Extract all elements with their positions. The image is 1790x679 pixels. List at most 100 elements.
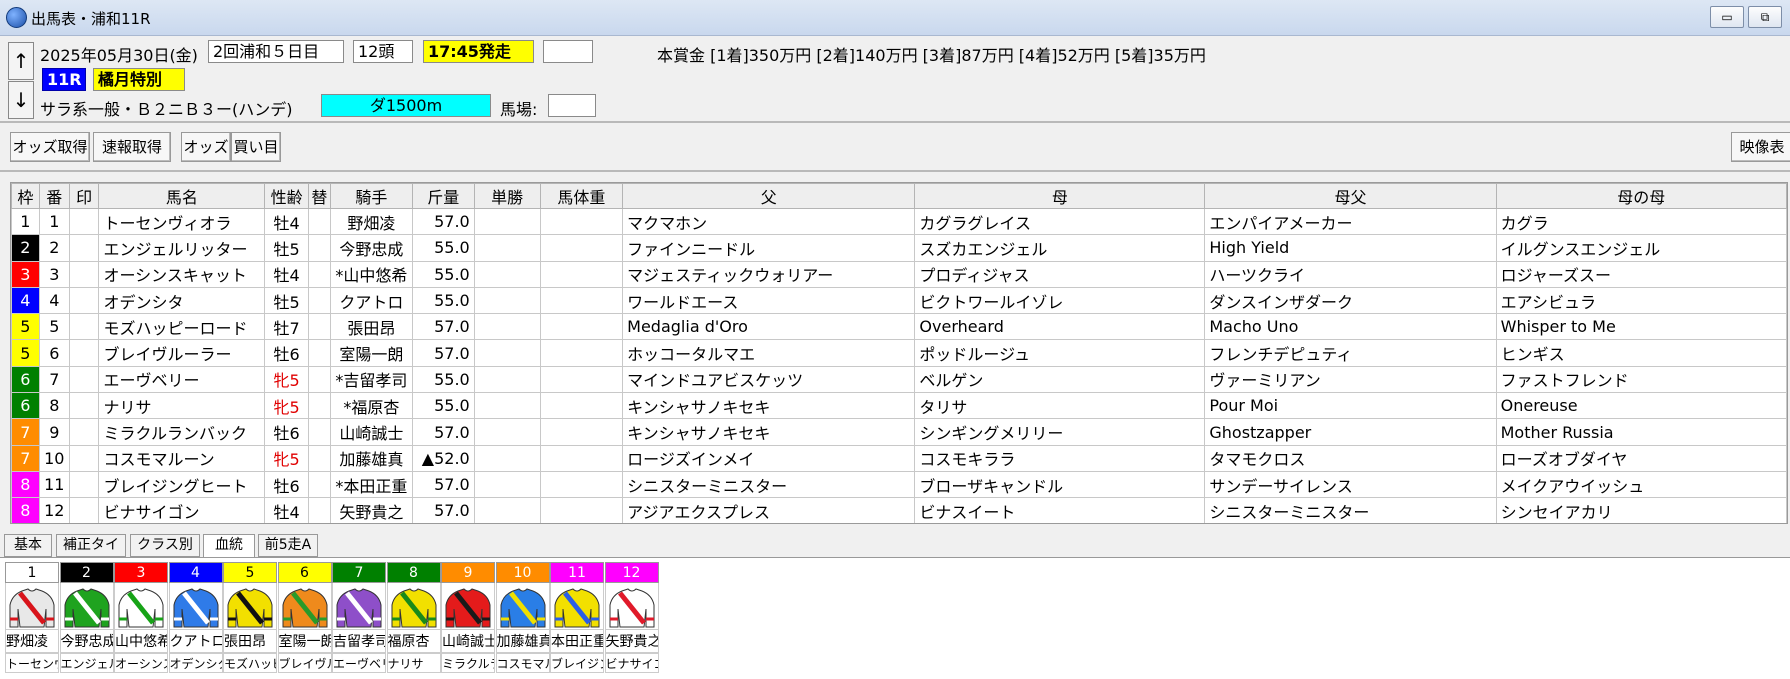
jockey-silk-icon — [223, 583, 277, 629]
dam-cell: ベルゲン — [914, 365, 1206, 394]
weight-cell: 57.0 — [411, 207, 475, 236]
bet-button[interactable]: 買い目 — [231, 132, 281, 162]
dam-dam-cell: カグラ — [1495, 207, 1787, 236]
restore-button[interactable]: ⧉ — [1748, 6, 1782, 28]
odds-button[interactable]: オッズ — [181, 132, 231, 162]
odds-fetch-button[interactable]: オッズ取得 — [10, 132, 90, 162]
header-jockey[interactable]: 騎手 — [329, 183, 413, 209]
silk-horse-name: モズハッピ — [223, 653, 277, 673]
blank-field — [543, 40, 593, 63]
silk-number: 3 — [114, 562, 168, 583]
jockey-silk-icon — [114, 583, 168, 629]
tab-last5-a[interactable]: 前5走A — [258, 534, 318, 557]
tab-adjusted-time[interactable]: 補正タイム — [56, 534, 126, 574]
sex-age-cell: 牡4 — [264, 260, 309, 288]
horse-name-cell: ミラクルランバック — [98, 418, 266, 446]
dam-sire-cell: シニスターミニスター — [1204, 497, 1497, 523]
silk-jockey-name: 張田昂 — [223, 629, 277, 653]
table-row[interactable]: 3 3 オーシンスキャット 牡4 *山中悠希 55.0 マジェスティックウォリアー プロディジ… — [11, 260, 1787, 288]
silk-column: 9 山崎誠士ミラクルラ — [441, 562, 495, 673]
header-waku[interactable]: 枠 — [11, 183, 40, 209]
waku-cell: 2 — [11, 234, 40, 262]
dam-sire-cell: ヴァーミリアン — [1204, 365, 1497, 394]
video-button[interactable]: 映像表 — [1731, 132, 1790, 162]
window-title: 出馬表・浦和11R — [31, 10, 151, 28]
header-weight[interactable]: 斤量 — [411, 183, 475, 209]
sex-age-cell: 牡4 — [264, 497, 309, 523]
jockey-silk-icon — [59, 583, 114, 629]
sire-cell: マクマホン — [622, 207, 916, 236]
change-cell — [307, 313, 331, 341]
table-row[interactable]: 6 7 エーヴベリー 牝5 *吉留孝司 55.0 マインドユアビスケッツ ベルゲン ヴァーミリア… — [11, 365, 1787, 394]
body-weight-cell — [539, 418, 624, 446]
dam-cell: コスモキララ — [914, 444, 1206, 472]
table-row[interactable]: 5 6 ブレイヴルーラー 牡6 室陽一朗 57.0 ホッコータルマエ ポッドルージュ フレンチデ… — [11, 339, 1787, 367]
race-card-grid[interactable]: 枠番印馬名 性齢替騎手 斤量 単勝 馬体重父母母父 母の母 1 1 トーセンヴィオラ 牡4 野畑凌… — [10, 182, 1788, 524]
silk-column: 6 室陽一朗ブレイヴル — [277, 562, 332, 673]
table-row[interactable]: 7 10 コスモマルーン 牝5 加藤雄真 ▲52.0 ロージズインメイ コスモキララ タマモクロ… — [11, 444, 1787, 472]
header-horse-name[interactable]: 馬名 — [98, 183, 266, 209]
waku-cell: 3 — [11, 260, 40, 288]
jockey-silk-icon — [441, 583, 495, 629]
header-dam[interactable]: 母 — [914, 183, 1206, 209]
sire-cell: アジアエクスプレス — [622, 497, 916, 523]
horse-number-cell: 6 — [38, 339, 70, 367]
table-row[interactable]: 4 4 オデンシタ 牡5 クアトロ 55.0 ワールドエース ビクトワールイゾレ ダンスインザダ… — [11, 286, 1787, 315]
header-dam-dam[interactable]: 母の母 — [1495, 183, 1787, 209]
silk-horse-name: ミラクルラ — [441, 653, 495, 673]
race-number-badge: 11R — [42, 68, 86, 91]
next-race-button[interactable]: ↓ — [8, 81, 34, 119]
distance-field: ダ1500m — [321, 94, 491, 117]
dam-dam-cell: メイクアウイッシュ — [1495, 470, 1787, 499]
prev-race-button[interactable]: ↑ — [8, 42, 34, 80]
tab-pedigree[interactable]: 血統 — [203, 534, 255, 559]
table-row[interactable]: 5 5 モズハッピーロード 牡7 張田昂 57.0 Medaglia d'Oro Overhe… — [11, 313, 1787, 341]
table-row[interactable]: 8 11 ブレイジングヒート 牡6 *本田正重 57.0 シニスターミニスター ブローザキャン… — [11, 470, 1787, 499]
table-row[interactable]: 2 2 エンジェルリッター 牡5 今野忠成 55.0 ファインニードル スズカエンジェル Hig… — [11, 234, 1787, 262]
header-sire[interactable]: 父 — [622, 183, 916, 209]
horse-number-cell: 7 — [38, 365, 70, 394]
silk-number: 2 — [59, 562, 114, 583]
silk-jockey-name: 福原杏 — [386, 629, 441, 653]
tab-class-results[interactable]: クラス別着 — [130, 534, 200, 574]
dam-cell: シンギングメリリー — [914, 418, 1206, 446]
realtime-fetch-button[interactable]: 速報取得 — [93, 132, 171, 162]
table-row[interactable]: 7 9 ミラクルランバック 牡6 山崎誠士 57.0 キンシャサノキセキ シンギングメリリー G… — [11, 418, 1787, 446]
change-cell — [307, 444, 331, 472]
header-mark[interactable]: 印 — [68, 183, 100, 209]
body-weight-cell — [539, 260, 624, 288]
horse-number-cell: 2 — [38, 234, 70, 262]
silks-panel: 1野畑凌トーセンヴ2今野忠成エンジェル3山中悠希オーシンス4クアトロオデンシタ5… — [0, 557, 1790, 679]
sire-cell: ファインニードル — [622, 234, 916, 262]
horse-name-cell: ナリサ — [98, 392, 266, 420]
mark-cell — [68, 313, 100, 341]
body-weight-cell — [539, 339, 624, 367]
change-cell — [307, 234, 331, 262]
sire-cell: ワールドエース — [622, 286, 916, 315]
header-sex-age[interactable]: 性齢 — [264, 183, 309, 209]
header-win-odds[interactable]: 単勝 — [473, 183, 541, 209]
tab-basic[interactable]: 基本 — [4, 534, 52, 557]
silk-jockey-name: 本田正重 — [550, 629, 604, 653]
change-cell — [307, 286, 331, 315]
header-body-weight[interactable]: 馬体重 — [539, 183, 624, 209]
table-row[interactable]: 6 8 ナリサ 牝5 *福原杏 55.0 キンシャサノキセキ タリサ Pour Moi Onere… — [11, 392, 1787, 420]
header-dam-sire[interactable]: 母父 — [1204, 183, 1497, 209]
silk-jockey-name: 矢野貴之 — [604, 629, 659, 653]
win-odds-cell — [473, 365, 541, 394]
change-cell — [307, 339, 331, 367]
jockey-cell: *吉留孝司 — [329, 365, 413, 394]
sire-cell: Medaglia d'Oro — [622, 313, 916, 341]
table-row[interactable]: 1 1 トーセンヴィオラ 牡4 野畑凌 57.0 マクマホン カグラグレイス エンパイアメーカー… — [11, 207, 1787, 236]
silk-column: 2 今野忠成エンジェル — [59, 562, 114, 673]
track-condition-field — [548, 94, 596, 117]
table-row[interactable]: 8 12 ビナサイゴン 牡4 矢野貴之 57.0 アジアエクスプレス ビナスイート シニスターミ… — [11, 497, 1787, 523]
minimize-button[interactable]: ▭ — [1710, 6, 1744, 28]
sire-cell: シニスターミニスター — [622, 470, 916, 499]
weight-cell: 55.0 — [411, 260, 475, 288]
header-change[interactable]: 替 — [307, 183, 331, 209]
horse-number-cell: 3 — [38, 260, 70, 288]
header-number[interactable]: 番 — [38, 183, 70, 209]
win-odds-cell — [473, 339, 541, 367]
horse-number-cell: 12 — [38, 497, 70, 523]
